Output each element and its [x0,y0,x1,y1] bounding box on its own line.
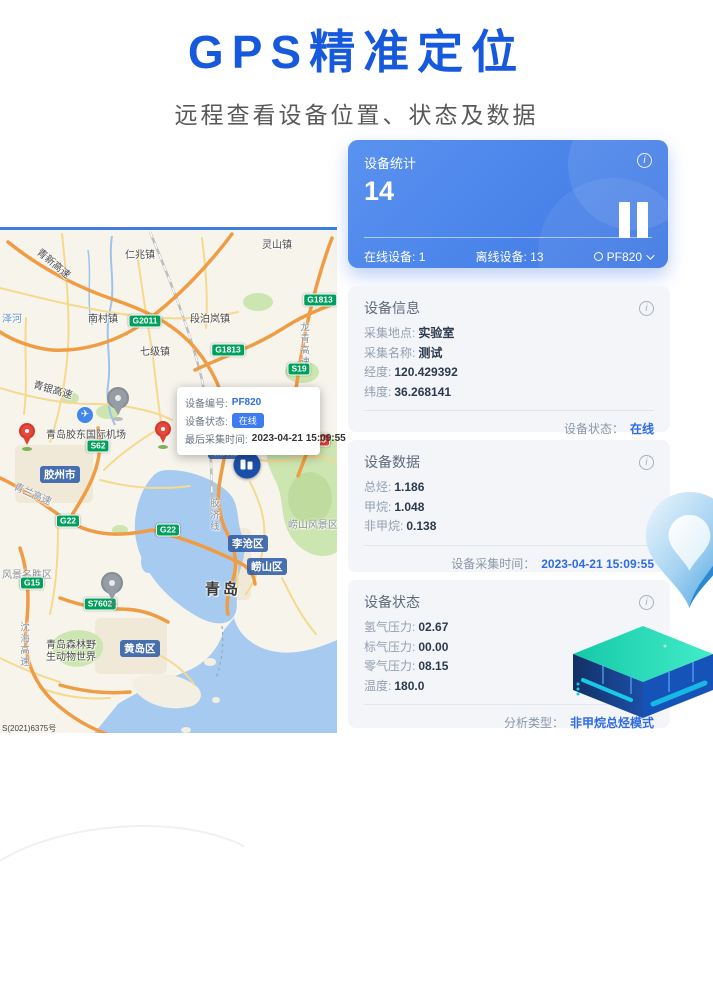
field-longitude: 经度:120.429392 [364,363,654,383]
collect-time-footer: 设备采集时间：2023-04-21 15:09:55 [364,555,654,572]
device-selector[interactable]: PF820 [594,250,652,264]
info-icon[interactable] [637,153,652,168]
divider [364,237,652,238]
info-icon[interactable] [639,455,654,470]
map-label: 龙青高速 [296,322,310,368]
info-icon[interactable] [639,301,654,316]
map-label: 沈海高速 [16,622,30,668]
field-thc: 总烃:1.186 [364,478,654,498]
offline-devices: 离线设备: 13 [475,248,543,265]
map-label: 生动物世界 [46,648,96,663]
map-label: 泽河 [2,310,22,325]
page-header: GPS精准定位 远程查看设备位置、状态及数据 [0,0,713,130]
map-label: 段泊岚镇 [190,310,230,325]
map-label: 胶济线 [206,498,220,533]
road-badge: G1813 [211,344,245,357]
chevron-down-icon [646,251,654,259]
road-badge: G2011 [128,315,161,328]
device-stats-panel: 设备统计 14 在线设备: 1 离线设备: 13 PF820 [348,140,668,268]
field-methane: 甲烷:1.048 [364,498,654,518]
map-label: 黄岛区 [120,640,160,657]
map-canvas[interactable]: 仁兆镇灵山镇南村镇段泊岚镇七级镇青岛胶东国际机场胶州市城阳区李沧区崂山区黄岛区青… [0,227,337,733]
pin-red-marker-icon[interactable] [19,423,35,439]
pin-shadow [158,445,168,449]
road-badge: S19 [287,363,310,376]
pin-gray-marker-icon[interactable] [101,572,123,594]
card-title: 设备状态 [364,592,420,612]
road-badge: G22 [56,515,80,528]
popup-last-time: 最后采集时间: 2023-04-21 15:09:55 [185,431,312,446]
device-info-card: 设备信息 采集地点:实验室 采集名称:测试 经度:120.429392 纬度:3… [348,286,670,432]
map-label: 崂山区 [247,558,287,575]
map-label: 仁兆镇 [125,246,155,261]
stats-title: 设备统计 [364,153,416,172]
status-value[interactable]: 在线 [630,422,654,436]
field-location: 采集地点:实验室 [364,324,654,344]
map-label: 崂山风景区 [288,516,337,531]
map-label: 李沧区 [228,535,268,552]
road-badge: G22 [156,524,180,537]
map-label: 七级镇 [140,343,170,358]
map-label: 青岛胶东国际机场 [46,426,126,441]
map-copyright: S(2021)6375号 [2,723,56,733]
road-badge: G15 [20,577,44,590]
target-icon [594,252,603,261]
online-devices: 在线设备: 1 [364,248,425,265]
pin-shadow [113,417,123,421]
map-label: 胶州市 [40,466,80,483]
field-nonmethane: 非甲烷:0.138 [364,517,654,537]
map-label: 灵山镇 [262,236,292,251]
airport-marker-icon[interactable]: ✈ [77,407,93,423]
field-latitude: 纬度:36.268141 [364,383,654,403]
page-title: GPS精准定位 [0,16,713,82]
decorative-swoosh [0,812,286,989]
pause-icon[interactable] [619,202,648,238]
device-status-footer: 设备状态：在线 [364,420,654,437]
device-popup[interactable]: 设备编号: PF820 设备状态: 在线 最后采集时间: 2023-04-21 … [177,387,320,455]
device-data-card: 设备数据 总烃:1.186 甲烷:1.048 非甲烷:0.138 设备采集时间：… [348,440,670,572]
poi-blue-marker-icon[interactable] [234,452,261,479]
popup-status: 设备状态: 在线 [185,413,312,428]
road-badge: S62 [86,440,109,453]
pin-shadow [22,447,32,451]
pin-shadow [107,602,117,606]
popup-device-no: 设备编号: PF820 [185,395,312,410]
device-total-count: 14 [364,176,652,207]
field-name: 采集名称:测试 [364,344,654,364]
server-device-3d-graphic [573,626,713,723]
card-title: 设备信息 [364,298,420,318]
card-title: 设备数据 [364,452,420,472]
divider [364,545,654,546]
map-label: 青岛 [205,578,241,599]
pin-red-marker-icon[interactable] [155,421,171,437]
divider [364,410,654,411]
online-status-pill[interactable]: 在线 [232,413,264,428]
page-subtitle: 远程查看设备位置、状态及数据 [0,96,713,130]
location-pin-3d-graphic [642,490,713,615]
pin-gray-marker-icon[interactable] [107,387,129,409]
map-label: 南村镇 [88,310,118,325]
collect-time-value: 2023-04-21 15:09:55 [541,557,654,571]
road-badge: G1813 [303,294,337,307]
